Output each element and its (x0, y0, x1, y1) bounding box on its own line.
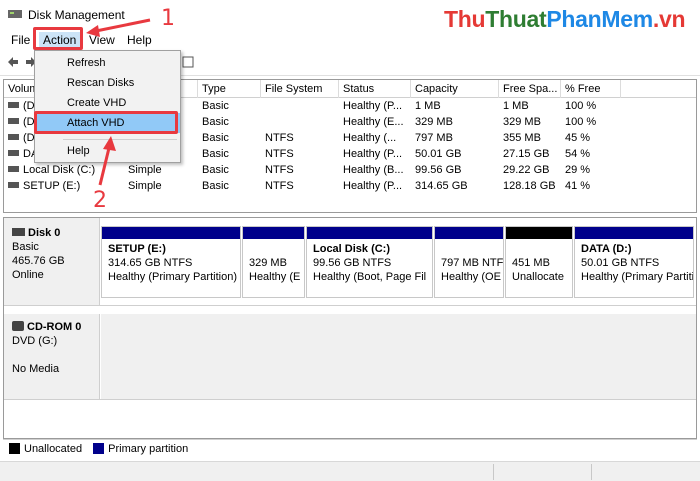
annotation-step-1: 1 (161, 6, 175, 31)
annotation-step-2: 2 (93, 188, 107, 213)
annotation-arrows (86, 18, 151, 186)
